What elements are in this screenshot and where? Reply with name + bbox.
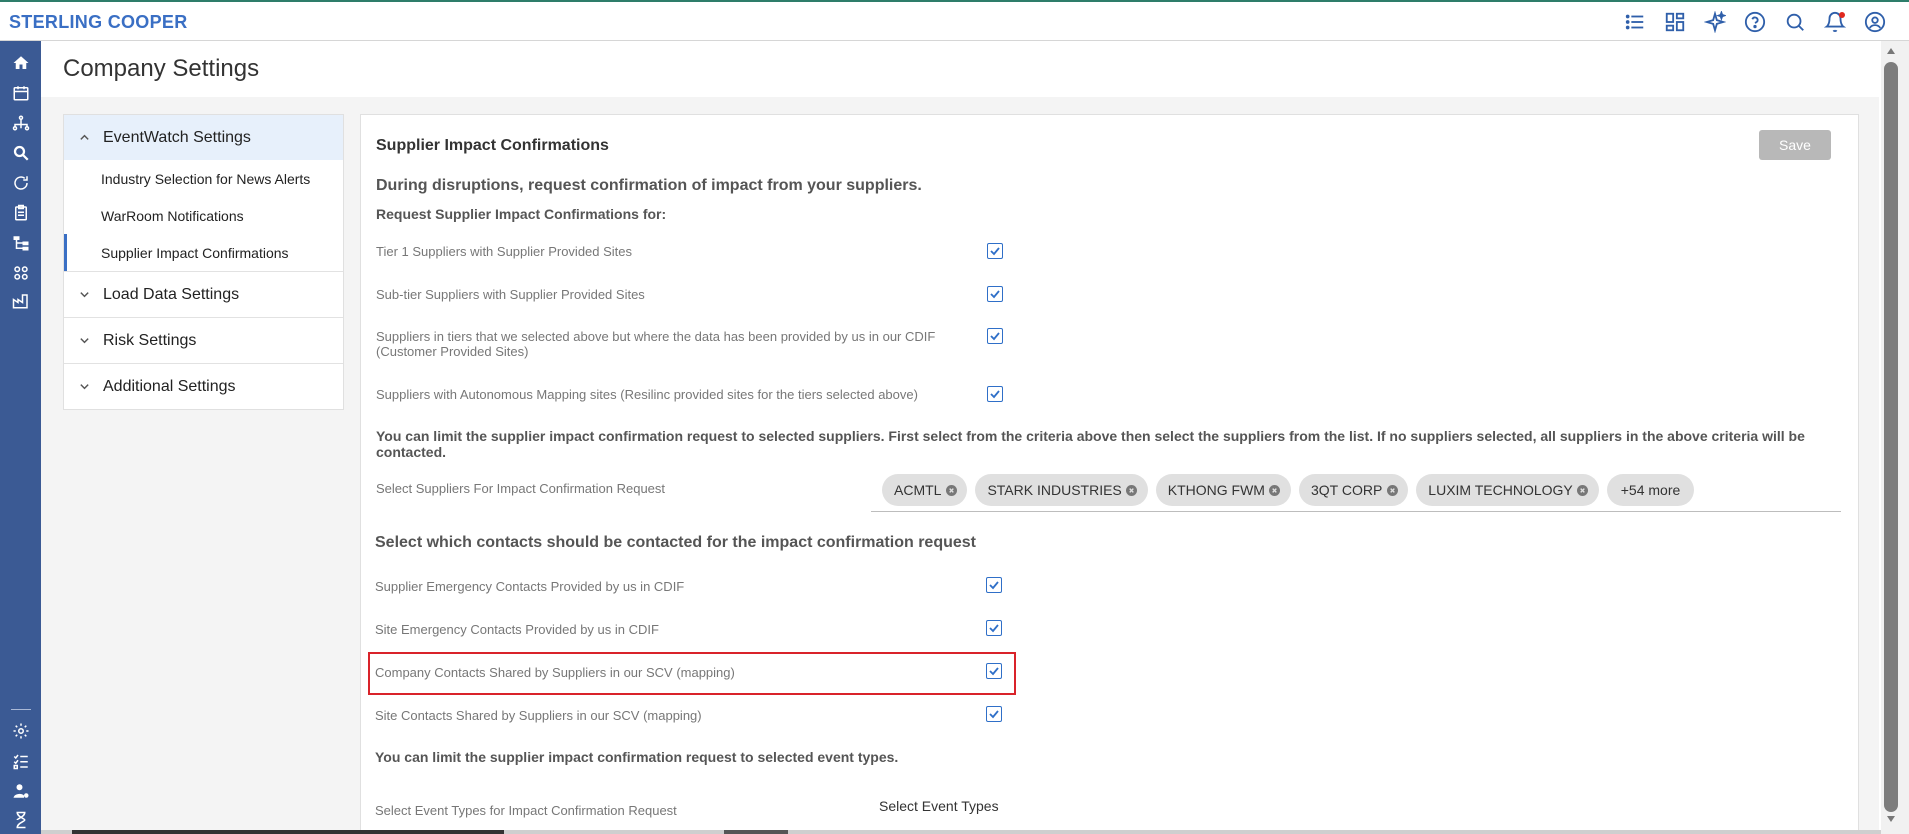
limit-suppliers-note: You can limit the supplier impact confir… (376, 428, 1805, 460)
nav-group-label: Load Data Settings (103, 285, 240, 303)
top-icons (1623, 10, 1887, 34)
nav-group-label: Additional Settings (103, 377, 236, 395)
apps-icon[interactable] (11, 263, 31, 283)
nav-item-warroom-notifications[interactable]: WarRoom Notifications (64, 197, 343, 234)
page-header: Company Settings (41, 41, 1879, 97)
list-icon[interactable] (1623, 10, 1647, 34)
bell-icon[interactable] (1823, 10, 1847, 34)
supplier-chip: STARK INDUSTRIES (975, 474, 1148, 506)
user-settings-icon[interactable] (11, 781, 31, 801)
app-logo[interactable]: STERLING COOPER (9, 12, 188, 33)
nav-group-risk: Risk Settings (64, 318, 343, 364)
rail-separator (11, 709, 31, 710)
clipboard-icon[interactable] (11, 203, 31, 223)
chip-label: KTHONG FWM (1167, 482, 1265, 498)
chevron-down-icon (79, 289, 93, 300)
hierarchy-icon[interactable] (11, 233, 31, 253)
supplier-multiselect[interactable]: ACMTL STARK INDUSTRIES KTHONG FWM 3QT CO… (871, 472, 1841, 512)
nav-group-label: EventWatch Settings (103, 128, 251, 146)
nav-group-additional: Additional Settings (64, 364, 343, 409)
highlight-box (368, 652, 1016, 695)
network-icon[interactable] (11, 113, 31, 133)
remove-chip-icon[interactable] (1386, 484, 1398, 496)
option-label-customer-provided: Suppliers in tiers that we selected abov… (376, 329, 936, 359)
chevron-down-icon (79, 335, 93, 346)
remove-chip-icon[interactable] (1126, 484, 1138, 496)
page-title: Company Settings (63, 55, 260, 82)
save-button[interactable]: Save (1759, 130, 1831, 160)
nav-item-industry-selection[interactable]: Industry Selection for News Alerts (64, 160, 343, 197)
scroll-up-icon[interactable] (1884, 46, 1898, 56)
search-zoom-icon[interactable] (11, 143, 31, 163)
supplier-chip: LUXIM TECHNOLOGY (1416, 474, 1599, 506)
factory-icon[interactable] (11, 291, 31, 311)
nav-group-risk-header[interactable]: Risk Settings (64, 318, 343, 363)
nav-group-label: Risk Settings (103, 331, 197, 349)
chip-label: LUXIM TECHNOLOGY (1428, 482, 1573, 498)
option-label-tier1: Tier 1 Suppliers with Supplier Provided … (376, 244, 633, 259)
supplier-chip: KTHONG FWM (1155, 474, 1291, 506)
refresh-icon[interactable] (11, 173, 31, 193)
remove-chip-icon[interactable] (1577, 484, 1589, 496)
settings-icon[interactable] (11, 721, 31, 741)
checkbox-autonomous-mapping[interactable] (987, 386, 1003, 402)
search-icon[interactable] (1783, 10, 1807, 34)
top-bar: STERLING COOPER (0, 0, 1909, 41)
sparkle-icon[interactable] (1703, 10, 1727, 34)
horizontal-scroll-segment (724, 830, 788, 834)
settings-nav: EventWatch Settings Industry Selection f… (63, 114, 344, 410)
checkbox-subtier[interactable] (987, 286, 1003, 302)
more-suppliers-chip[interactable]: +54 more (1606, 474, 1695, 506)
nav-group-eventwatch: EventWatch Settings Industry Selection f… (64, 115, 343, 272)
chip-label: ACMTL (894, 482, 942, 498)
hourglass-icon[interactable] (11, 810, 31, 830)
checkbox-tier1[interactable] (987, 243, 1003, 259)
checklist-icon[interactable] (11, 751, 31, 771)
calendar-icon[interactable] (11, 83, 31, 103)
option-label-autonomous-mapping: Suppliers with Autonomous Mapping sites … (376, 387, 918, 402)
chip-label: STARK INDUSTRIES (987, 482, 1122, 498)
section-heading-disruptions: During disruptions, request confirmation… (376, 177, 922, 194)
nav-group-additional-header[interactable]: Additional Settings (64, 364, 343, 409)
scroll-thumb[interactable] (1884, 62, 1898, 812)
supplier-chip: ACMTL (882, 474, 968, 506)
supplier-chip: 3QT CORP (1298, 474, 1409, 506)
remove-chip-icon[interactable] (1269, 484, 1281, 496)
checkbox-customer-provided[interactable] (987, 328, 1003, 344)
help-icon[interactable] (1743, 10, 1767, 34)
nav-group-eventwatch-header[interactable]: EventWatch Settings (64, 115, 343, 160)
section-subheading-request: Request Supplier Impact Confirmations fo… (376, 206, 667, 222)
user-icon[interactable] (1863, 10, 1887, 34)
horizontal-scroll-thumb[interactable] (72, 830, 504, 834)
remove-chip-icon[interactable] (945, 484, 957, 496)
panel-title: Supplier Impact Confirmations (376, 137, 609, 154)
scroll-down-icon[interactable] (1884, 814, 1898, 824)
nav-item-supplier-impact[interactable]: Supplier Impact Confirmations (64, 234, 343, 271)
left-rail (0, 41, 41, 834)
option-label-subtier: Sub-tier Suppliers with Supplier Provide… (376, 287, 645, 302)
notification-dot (1839, 12, 1845, 18)
nav-group-load-data: Load Data Settings (64, 272, 343, 318)
chip-label: 3QT CORP (1310, 482, 1383, 498)
chevron-down-icon (79, 381, 93, 392)
dashboard-icon[interactable] (1663, 10, 1687, 34)
event-types-select[interactable]: Select Event Types (879, 798, 999, 814)
chevron-up-icon (79, 132, 93, 143)
nav-group-load-data-header[interactable]: Load Data Settings (64, 272, 343, 317)
home-icon[interactable] (11, 53, 31, 73)
